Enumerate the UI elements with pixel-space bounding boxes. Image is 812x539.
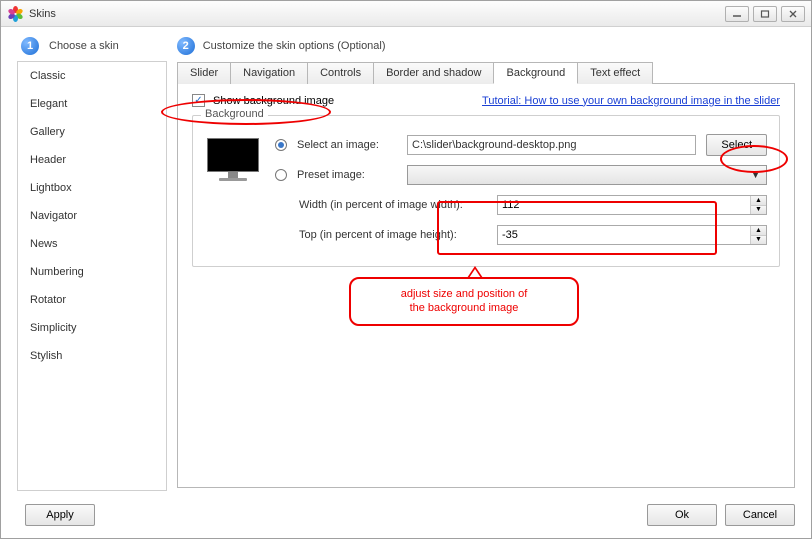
background-group: Background Select an image: C:\slider\ba… [192, 115, 780, 267]
radio-preset-label: Preset image: [297, 169, 397, 181]
skin-item-lightbox[interactable]: Lightbox [18, 174, 166, 202]
tab-border-shadow[interactable]: Border and shadow [373, 62, 494, 84]
top-label: Top (in percent of image height): [299, 229, 487, 241]
apply-button[interactable]: Apply [25, 504, 95, 526]
monitor-icon [205, 138, 261, 254]
top-spinner[interactable]: -35 ▲▼ [497, 225, 767, 245]
skins-window: Skins 1 Choose a skin 2 Customize the sk… [0, 0, 812, 539]
tutorial-link[interactable]: Tutorial: How to use your own background… [482, 95, 780, 107]
step-1-badge: 1 [21, 37, 39, 55]
minimize-button[interactable] [725, 6, 749, 22]
show-bg-checkbox[interactable]: ✓ [192, 94, 205, 107]
close-button[interactable] [781, 6, 805, 22]
ok-button[interactable]: Ok [647, 504, 717, 526]
skin-item-elegant[interactable]: Elegant [18, 90, 166, 118]
maximize-button[interactable] [753, 6, 777, 22]
select-button[interactable]: Select [706, 134, 767, 156]
preset-combo[interactable]: ▼ [407, 165, 767, 185]
steps-header: 1 Choose a skin 2 Customize the skin opt… [1, 27, 811, 61]
skin-item-header[interactable]: Header [18, 146, 166, 174]
skin-item-navigator[interactable]: Navigator [18, 202, 166, 230]
skin-item-numbering[interactable]: Numbering [18, 258, 166, 286]
tab-text-effect[interactable]: Text effect [577, 62, 653, 84]
top-value[interactable]: -35 [498, 226, 750, 244]
skin-list[interactable]: Classic Elegant Gallery Header Lightbox … [17, 61, 167, 491]
skin-item-news[interactable]: News [18, 230, 166, 258]
step-2-label: Customize the skin options (Optional) [203, 40, 386, 52]
width-value[interactable]: 112 [498, 196, 750, 214]
footer: Apply Ok Cancel [17, 504, 795, 526]
skin-item-gallery[interactable]: Gallery [18, 118, 166, 146]
tab-strip: Slider Navigation Controls Border and sh… [177, 61, 795, 84]
annotation-callout: adjust size and position of the backgrou… [349, 277, 579, 326]
step-1-label: Choose a skin [49, 40, 119, 52]
skin-item-rotator[interactable]: Rotator [18, 286, 166, 314]
skin-item-simplicity[interactable]: Simplicity [18, 314, 166, 342]
radio-select-image[interactable] [275, 139, 287, 151]
chevron-down-icon: ▼ [747, 170, 764, 180]
window-title: Skins [29, 8, 725, 20]
cancel-button[interactable]: Cancel [725, 504, 795, 526]
width-label: Width (in percent of image width): [299, 199, 487, 211]
radio-select-label: Select an image: [297, 139, 397, 151]
width-down[interactable]: ▼ [751, 206, 766, 215]
radio-preset-image[interactable] [275, 169, 287, 181]
titlebar: Skins [1, 1, 811, 27]
width-up[interactable]: ▲ [751, 196, 766, 206]
skin-item-classic[interactable]: Classic [18, 62, 166, 90]
top-down[interactable]: ▼ [751, 236, 766, 245]
show-bg-label: Show background image [213, 95, 334, 107]
tab-controls[interactable]: Controls [307, 62, 374, 84]
tab-navigation[interactable]: Navigation [230, 62, 308, 84]
tab-slider[interactable]: Slider [177, 62, 231, 84]
step-2-badge: 2 [177, 37, 195, 55]
skin-item-stylish[interactable]: Stylish [18, 342, 166, 370]
app-icon [7, 6, 23, 22]
background-group-legend: Background [201, 108, 268, 120]
tab-background[interactable]: Background [493, 62, 578, 84]
top-up[interactable]: ▲ [751, 226, 766, 236]
width-spinner[interactable]: 112 ▲▼ [497, 195, 767, 215]
image-path-field[interactable]: C:\slider\background-desktop.png [407, 135, 696, 155]
